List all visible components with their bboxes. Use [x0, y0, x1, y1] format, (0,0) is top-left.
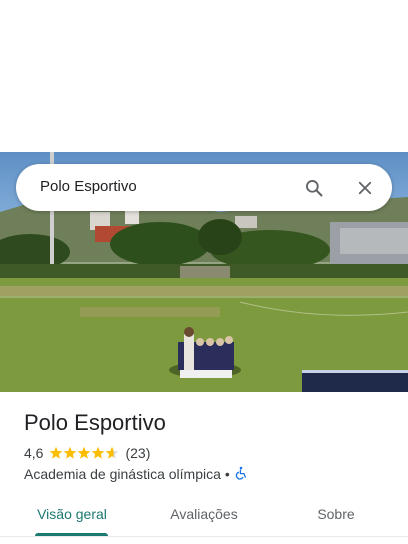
star-half-icon: [106, 446, 119, 459]
rating-value: 4,6: [24, 445, 44, 461]
star-icon: [50, 446, 63, 459]
tab-avaliacoes[interactable]: Avaliações: [160, 492, 248, 536]
separator-dot: •: [224, 466, 230, 482]
star-icon: [92, 446, 105, 459]
rating-stars: [49, 446, 119, 460]
place-title: Polo Esportivo: [24, 410, 166, 435]
tab-bar: Visão geral Avaliações Sobre: [0, 492, 408, 536]
tab-visao-geral[interactable]: Visão geral: [30, 492, 114, 536]
place-category: Academia de ginástica olímpica: [24, 466, 221, 482]
star-icon: [64, 446, 77, 459]
review-count[interactable]: (23): [125, 445, 150, 461]
tab-sobre[interactable]: Sobre: [306, 492, 366, 536]
search-bar[interactable]: Polo Esportivo: [16, 164, 392, 211]
rating-row[interactable]: 4,6 (23): [24, 444, 150, 462]
divider: [0, 536, 408, 537]
search-icon[interactable]: [301, 175, 327, 201]
close-icon[interactable]: [352, 175, 378, 201]
star-icon: [78, 446, 91, 459]
search-input[interactable]: Polo Esportivo: [40, 178, 137, 195]
category-row: Academia de ginástica olímpica •: [24, 465, 248, 483]
wheelchair-icon: [234, 466, 248, 483]
